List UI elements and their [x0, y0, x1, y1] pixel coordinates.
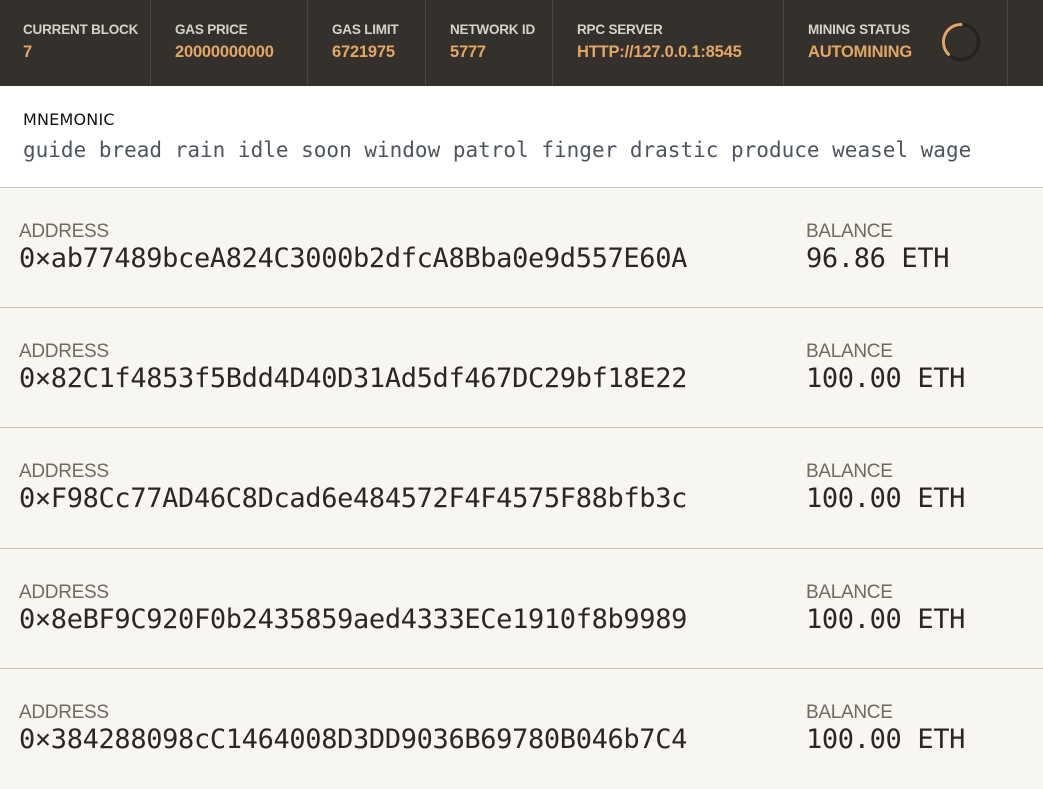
mining-status-stat: MINING STATUS AUTOMINING: [784, 0, 1008, 86]
network-id-value: 5777: [450, 43, 486, 61]
gas-price-stat: GAS PRICE 20000000000: [151, 0, 308, 86]
address-label: ADDRESS: [19, 221, 109, 242]
gas-limit-label: GAS LIMIT: [332, 22, 399, 37]
mnemonic-phrase[interactable]: guide bread rain idle soon window patrol…: [23, 138, 971, 162]
mnemonic-panel: MNEMONIC guide bread rain idle soon wind…: [0, 86, 1043, 188]
gas-limit-stat: GAS LIMIT 6721975: [308, 0, 426, 86]
current-block-value: 7: [23, 43, 32, 61]
status-bar: CURRENT BLOCK 7 GAS PRICE 20000000000 GA…: [0, 0, 1043, 86]
rpc-server-label: RPC SERVER: [577, 22, 663, 37]
gas-limit-value: 6721975: [332, 43, 395, 61]
current-block-label: CURRENT BLOCK: [23, 22, 139, 37]
account-row[interactable]: ADDRESS 0×384288098cC1464008D3DD9036B697…: [0, 669, 1043, 789]
address-value[interactable]: 0×384288098cC1464008D3DD9036B69780B046b7…: [19, 724, 687, 755]
rpc-server-stat: RPC SERVER HTTP://127.0.0.1:8545: [553, 0, 784, 86]
balance-value: 100.00 ETH: [806, 724, 966, 755]
address-label: ADDRESS: [19, 341, 109, 362]
network-id-label: NETWORK ID: [450, 22, 535, 37]
address-label: ADDRESS: [19, 582, 109, 603]
rpc-server-value: HTTP://127.0.0.1:8545: [577, 43, 742, 61]
balance-label: BALANCE: [806, 582, 893, 603]
balance-label: BALANCE: [806, 461, 893, 482]
address-label: ADDRESS: [19, 702, 109, 723]
network-id-stat: NETWORK ID 5777: [426, 0, 553, 86]
balance-value: 96.86 ETH: [806, 243, 950, 274]
address-value[interactable]: 0×F98Cc77AD46C8Dcad6e484572F4F4575F88bfb…: [19, 483, 687, 514]
current-block-stat: CURRENT BLOCK 7: [0, 0, 151, 86]
balance-value: 100.00 ETH: [806, 604, 966, 635]
address-value[interactable]: 0×8eBF9C920F0b2435859aed4333ECe1910f8b99…: [19, 604, 687, 635]
balance-value: 100.00 ETH: [806, 363, 966, 394]
account-row[interactable]: ADDRESS 0×F98Cc77AD46C8Dcad6e484572F4F45…: [0, 428, 1043, 549]
account-row[interactable]: ADDRESS 0×82C1f4853f5Bdd4D40D31Ad5df467D…: [0, 308, 1043, 428]
balance-label: BALANCE: [806, 341, 893, 362]
address-value[interactable]: 0×82C1f4853f5Bdd4D40D31Ad5df467DC29bf18E…: [19, 363, 687, 394]
gas-price-label: GAS PRICE: [175, 22, 248, 37]
balance-label: BALANCE: [806, 221, 893, 242]
loading-spinner-icon: [941, 22, 981, 62]
accounts-list: ADDRESS 0×ab77489bceA824C3000b2dfcA8Bba0…: [0, 188, 1043, 789]
balance-value: 100.00 ETH: [806, 483, 966, 514]
address-value[interactable]: 0×ab77489bceA824C3000b2dfcA8Bba0e9d557E6…: [19, 243, 687, 274]
account-row[interactable]: ADDRESS 0×8eBF9C920F0b2435859aed4333ECe1…: [0, 549, 1043, 669]
mnemonic-label: MNEMONIC: [23, 110, 115, 129]
status-bar-filler: [1008, 0, 1043, 86]
balance-label: BALANCE: [806, 702, 893, 723]
gas-price-value: 20000000000: [175, 43, 274, 61]
address-label: ADDRESS: [19, 461, 109, 482]
account-row[interactable]: ADDRESS 0×ab77489bceA824C3000b2dfcA8Bba0…: [0, 188, 1043, 308]
